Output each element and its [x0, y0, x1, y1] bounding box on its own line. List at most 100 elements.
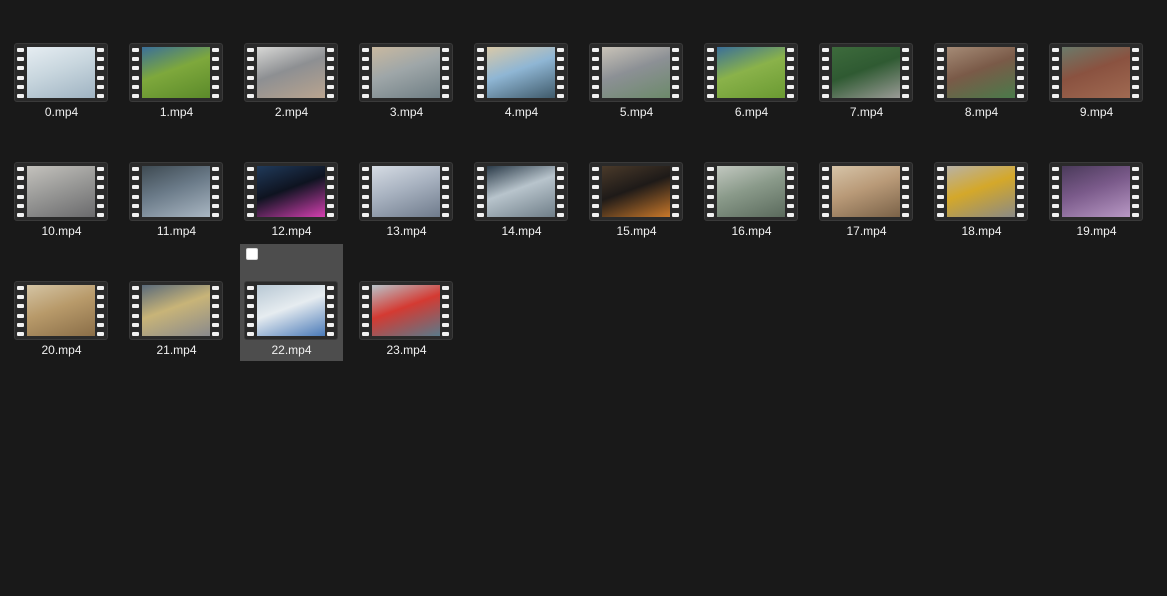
- sprocket-holes: [247, 286, 255, 336]
- sprocket-holes: [672, 167, 680, 217]
- video-frame-preview: [717, 47, 785, 98]
- video-thumbnail: [590, 163, 682, 220]
- file-name-label: 5.mp4: [619, 105, 654, 119]
- sprocket-holes: [937, 48, 945, 98]
- select-checkbox[interactable]: [246, 248, 258, 260]
- file-name-label: 10.mp4: [41, 224, 82, 238]
- video-thumbnail: [15, 282, 107, 339]
- file-tile[interactable]: 17.mp4: [815, 125, 918, 242]
- video-thumbnail: [245, 163, 337, 220]
- sprocket-holes: [477, 167, 485, 217]
- film-strip-icon: [935, 44, 1027, 101]
- video-frame-preview: [142, 285, 210, 336]
- film-strip-icon: [130, 163, 222, 220]
- sprocket-holes: [17, 48, 25, 98]
- video-thumbnail: [1050, 163, 1142, 220]
- sprocket-holes: [132, 286, 140, 336]
- video-thumbnail: [705, 163, 797, 220]
- sprocket-holes: [557, 167, 565, 217]
- video-frame-preview: [257, 47, 325, 98]
- file-tile[interactable]: 11.mp4: [125, 125, 228, 242]
- sprocket-holes: [822, 167, 830, 217]
- sprocket-holes: [362, 286, 370, 336]
- file-tile[interactable]: 13.mp4: [355, 125, 458, 242]
- video-thumbnail: [1050, 44, 1142, 101]
- video-frame-preview: [372, 47, 440, 98]
- file-tile[interactable]: 23.mp4: [355, 244, 458, 361]
- film-strip-icon: [1050, 163, 1142, 220]
- film-strip-icon: [15, 163, 107, 220]
- file-name-label: 20.mp4: [41, 343, 82, 357]
- video-thumbnail: [475, 163, 567, 220]
- video-frame-preview: [372, 166, 440, 217]
- file-tile[interactable]: 15.mp4: [585, 125, 688, 242]
- file-tile[interactable]: 18.mp4: [930, 125, 1033, 242]
- file-name-label: 22.mp4: [271, 343, 312, 357]
- film-strip-icon: [820, 163, 912, 220]
- sprocket-holes: [557, 48, 565, 98]
- video-thumbnail: [130, 282, 222, 339]
- film-strip-icon: [590, 44, 682, 101]
- video-frame-preview: [257, 166, 325, 217]
- sprocket-holes: [247, 167, 255, 217]
- file-tile[interactable]: 22.mp4: [240, 244, 343, 361]
- video-frame-preview: [1062, 166, 1130, 217]
- film-strip-icon: [475, 44, 567, 101]
- sprocket-holes: [902, 167, 910, 217]
- file-tile[interactable]: 20.mp4: [10, 244, 113, 361]
- file-name-label: 13.mp4: [386, 224, 427, 238]
- file-name-label: 4.mp4: [504, 105, 539, 119]
- file-name-label: 12.mp4: [271, 224, 312, 238]
- video-frame-preview: [27, 47, 95, 98]
- film-strip-icon: [360, 163, 452, 220]
- film-strip-icon: [705, 163, 797, 220]
- file-name-label: 17.mp4: [846, 224, 887, 238]
- video-frame-preview: [27, 285, 95, 336]
- sprocket-holes: [592, 48, 600, 98]
- file-grid-view: 0.mp4 1.mp4 2.mp4 3.mp4 4.mp4 5.mp4 6.mp4 7.mp4…: [0, 0, 1167, 596]
- file-name-label: 1.mp4: [159, 105, 194, 119]
- video-thumbnail: [360, 163, 452, 220]
- video-thumbnail: [245, 44, 337, 101]
- file-tile[interactable]: 19.mp4: [1045, 125, 1148, 242]
- file-tile[interactable]: 21.mp4: [125, 244, 228, 361]
- file-tile[interactable]: 16.mp4: [700, 125, 803, 242]
- sprocket-holes: [442, 167, 450, 217]
- sprocket-holes: [247, 48, 255, 98]
- sprocket-holes: [1052, 48, 1060, 98]
- sprocket-holes: [132, 48, 140, 98]
- film-strip-icon: [245, 282, 337, 339]
- sprocket-holes: [442, 48, 450, 98]
- file-tile[interactable]: 14.mp4: [470, 125, 573, 242]
- sprocket-holes: [327, 48, 335, 98]
- video-frame-preview: [257, 285, 325, 336]
- film-strip-icon: [15, 44, 107, 101]
- video-thumbnail: [130, 163, 222, 220]
- video-thumbnail: [360, 44, 452, 101]
- sprocket-holes: [1052, 167, 1060, 217]
- film-strip-icon: [245, 163, 337, 220]
- sprocket-holes: [97, 286, 105, 336]
- film-strip-icon: [820, 44, 912, 101]
- file-name-label: 3.mp4: [389, 105, 424, 119]
- video-frame-preview: [717, 166, 785, 217]
- video-frame-preview: [487, 166, 555, 217]
- file-name-label: 19.mp4: [1076, 224, 1117, 238]
- file-tile[interactable]: 10.mp4: [10, 125, 113, 242]
- film-strip-icon: [1050, 44, 1142, 101]
- sprocket-holes: [672, 48, 680, 98]
- video-thumbnail: [935, 44, 1027, 101]
- film-strip-icon: [15, 282, 107, 339]
- sprocket-holes: [442, 286, 450, 336]
- file-name-label: 7.mp4: [849, 105, 884, 119]
- film-strip-icon: [245, 44, 337, 101]
- file-name-label: 6.mp4: [734, 105, 769, 119]
- sprocket-holes: [1132, 167, 1140, 217]
- video-thumbnail: [245, 282, 337, 339]
- video-frame-preview: [142, 166, 210, 217]
- sprocket-holes: [937, 167, 945, 217]
- file-name-label: 0.mp4: [44, 105, 79, 119]
- sprocket-holes: [362, 48, 370, 98]
- file-tile[interactable]: 12.mp4: [240, 125, 343, 242]
- film-strip-icon: [590, 163, 682, 220]
